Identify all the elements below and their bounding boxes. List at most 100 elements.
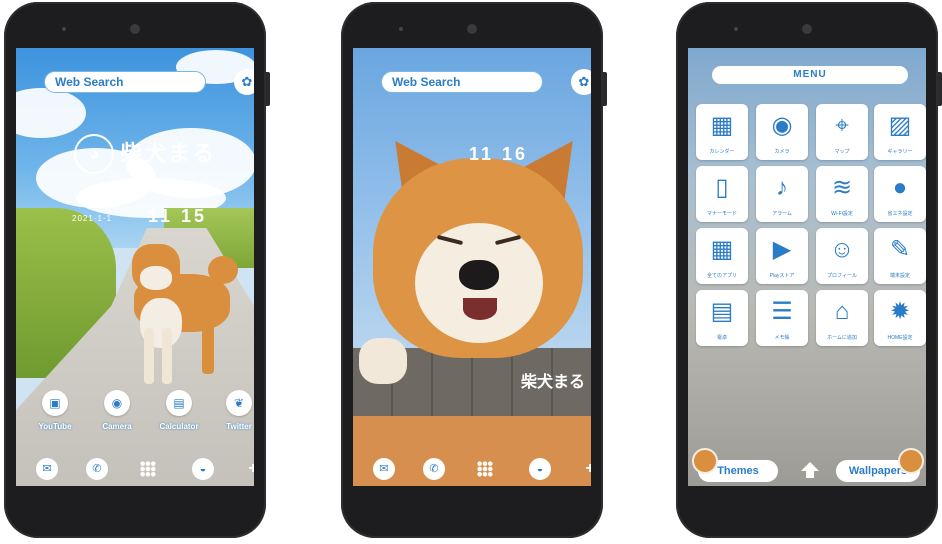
menu-tile[interactable]: ▦ カレンダー (696, 104, 748, 160)
menu-tile[interactable]: ▤ 電卓 (696, 290, 748, 346)
power-button (266, 72, 270, 106)
calculator-icon: ▤ (710, 298, 734, 325)
silent-mode-icon: ▯ (715, 174, 729, 201)
sensor (399, 27, 403, 31)
menu-tile-label: ホームに追加 (827, 335, 857, 341)
menu-tile-label: 電卓 (716, 335, 727, 341)
apps-grid-icon: ▦ (710, 236, 734, 263)
clock-time: 11 15 (148, 206, 208, 226)
alarm-bell-icon: ♪ (776, 174, 788, 201)
dog-mouth (463, 298, 497, 320)
caption-text: 柴犬まる (520, 374, 585, 391)
camera-icon[interactable]: ◉ (104, 390, 130, 416)
menu-tile[interactable]: ☺ プロフィール (816, 228, 868, 284)
menu-tile[interactable]: ⌖ マップ (816, 104, 868, 160)
twitter-icon[interactable]: ❦ (226, 390, 252, 416)
dog-muzzle (140, 266, 172, 290)
paw-icon[interactable]: ✿ (571, 69, 591, 95)
logo-text: 柴犬まる (120, 141, 217, 166)
power-button (603, 72, 607, 106)
profile-icon: ☺ (829, 236, 855, 263)
browser-icon[interactable]: ◒ (529, 458, 551, 480)
menu-tile[interactable]: ⌂ ホームに追加 (816, 290, 868, 346)
home-settings-icon: ✹ (889, 298, 911, 325)
menu-tile[interactable]: ● 省エネ設定 (874, 166, 926, 222)
app-label-camera: Camera (102, 422, 132, 431)
menu-tile-label: アラーム (772, 211, 792, 217)
wrench-icon: ✎ (889, 236, 911, 263)
menu-tile-label: ギャラリー (887, 149, 913, 155)
youtube-icon[interactable]: ▣ (42, 390, 68, 416)
mail-icon[interactable]: ✉ (36, 458, 58, 480)
dog-tail (208, 256, 238, 284)
gallery-icon: ▨ (888, 112, 912, 139)
menu-tile[interactable]: ☰ メモ帳 (756, 290, 808, 346)
wifi-icon: ≋ (831, 174, 853, 201)
dog-thumb-icon (692, 448, 718, 474)
dog-leg (202, 324, 214, 374)
browser-icon[interactable]: ◒ (192, 458, 214, 480)
phone-icon[interactable]: ✆ (423, 458, 445, 480)
calendar-icon: ▦ (710, 112, 734, 139)
apps-grid-icon[interactable] (140, 461, 156, 477)
menu-tile-label: マナーモード (706, 211, 737, 217)
menu-tile-label: マップ (834, 149, 850, 155)
screen: Web Search ✿ 11 16 柴犬まる ✉ ✆ ◒ + (353, 48, 591, 486)
menu-title: MENU (712, 66, 908, 84)
shiba-logo-icon: ◕ (74, 134, 114, 174)
plus-icon[interactable]: + (242, 458, 254, 480)
phone-menu-screen: MENU ▦ カレンダー ◉ カメラ ⌖ マップ ▨ ギャラリー ▯ マナーモード ♪ アラーム ≋ Wi… (676, 2, 942, 538)
screen: Web Search ✿ ◕ 柴犬まる 2021·1·1 11 15 ▣ You… (16, 48, 254, 486)
web-search-bar[interactable]: Web Search (44, 71, 206, 93)
home-icon: ⌂ (834, 298, 850, 325)
power-button (938, 72, 942, 106)
menu-tile[interactable]: ▶ Playストア (756, 228, 808, 284)
menu-tile[interactable]: ✎ 端末設定 (874, 228, 926, 284)
sensor (62, 27, 66, 31)
menu-tile-label: 省エネ設定 (887, 211, 913, 217)
plus-icon[interactable]: + (579, 458, 591, 480)
menu-tile-label: カレンダー (709, 149, 735, 155)
dog-leg (162, 328, 172, 384)
clock-date: 2021·1·1 (72, 214, 113, 223)
paw-icon[interactable]: ✿ (234, 69, 254, 95)
clock-time: 11 16 (469, 144, 529, 164)
home-arrow-icon[interactable] (800, 460, 820, 480)
front-camera (467, 24, 477, 34)
app-label-youtube: YouTube (38, 422, 72, 431)
mail-icon[interactable]: ✉ (373, 458, 395, 480)
themes-label: Themes (717, 465, 759, 477)
menu-tile-label: カメラ (774, 149, 790, 155)
menu-tile[interactable]: ◉ カメラ (756, 104, 808, 160)
dog-paw (359, 338, 407, 384)
menu-tile-label: 全てのアプリ (706, 273, 737, 279)
notepad-icon: ☰ (771, 298, 793, 325)
menu-tile-label: HOME設定 (887, 335, 913, 341)
menu-tile-label: メモ帳 (774, 335, 790, 341)
dog-thumb-icon (898, 448, 924, 474)
sensor (734, 27, 738, 31)
app-label-calculator: Calculator (159, 422, 199, 431)
menu-tile[interactable]: ▯ マナーモード (696, 166, 748, 222)
calculator-icon[interactable]: ▤ (166, 390, 192, 416)
menu-tile-label: プロフィール (827, 273, 857, 279)
apps-grid-icon[interactable] (477, 461, 493, 477)
phone-icon[interactable]: ✆ (86, 458, 108, 480)
menu-tile-label: 端末設定 (889, 273, 910, 279)
front-camera (802, 24, 812, 34)
phone-home-screen: Web Search ✿ ◕ 柴犬まる 2021·1·1 11 15 ▣ You… (4, 2, 270, 538)
screen: MENU ▦ カレンダー ◉ カメラ ⌖ マップ ▨ ギャラリー ▯ マナーモード ♪ アラーム ≋ Wi… (688, 48, 926, 486)
web-search-bar[interactable]: Web Search (381, 71, 543, 93)
dog-nose (459, 260, 499, 290)
menu-tile[interactable]: ≋ Wi-Fi設定 (816, 166, 868, 222)
map-pin-icon: ⌖ (835, 112, 849, 139)
menu-tile-label: Playストア (769, 273, 795, 279)
lightbulb-icon: ● (892, 174, 908, 201)
dog-leg (144, 328, 154, 384)
menu-tile[interactable]: ♪ アラーム (756, 166, 808, 222)
front-camera (130, 24, 140, 34)
menu-tile[interactable]: ▦ 全てのアプリ (696, 228, 748, 284)
menu-tile[interactable]: ✹ HOME設定 (874, 290, 926, 346)
menu-tile[interactable]: ▨ ギャラリー (874, 104, 926, 160)
phone-clock-screen: Web Search ✿ 11 16 柴犬まる ✉ ✆ ◒ + (341, 2, 607, 538)
